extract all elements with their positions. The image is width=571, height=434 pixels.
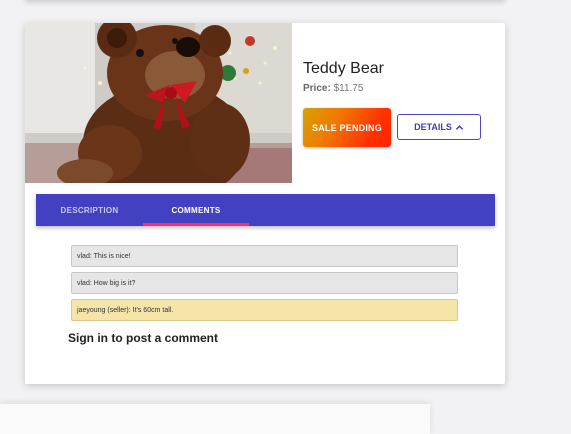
price-value: $11.75 (333, 83, 364, 94)
product-image (25, 23, 292, 183)
sale-pending-button[interactable]: SALE PENDING (303, 108, 391, 147)
details-button[interactable]: DETAILS (397, 114, 481, 140)
comments-list: vlad: This is nice! vlad: How big is it?… (71, 245, 458, 326)
sale-pending-label: SALE PENDING (312, 122, 382, 133)
details-label: DETAILS (414, 122, 452, 132)
comment-item: vlad: How big is it? (71, 272, 458, 294)
seller-comment-item: jaeyoung (seller): It's 60cm tall. (71, 299, 458, 321)
active-tab-indicator (143, 223, 249, 226)
product-title: Teddy Bear (303, 60, 384, 77)
tab-comments[interactable]: COMMENTS (143, 194, 249, 226)
chevron-up-icon (456, 124, 463, 130)
product-price: Price: $11.75 (303, 83, 363, 94)
product-tabs: DESCRIPTION COMMENTS (36, 194, 495, 226)
price-label: Price: (303, 83, 331, 94)
signin-prompt-link[interactable]: Sign in to post a comment (68, 331, 218, 345)
next-product-card (0, 404, 430, 434)
teddy-bear-photo (25, 23, 292, 183)
comment-item: vlad: This is nice! (71, 245, 458, 267)
tab-description[interactable]: DESCRIPTION (36, 194, 143, 226)
product-card: Teddy Bear Price: $11.75 SALE PENDING DE… (25, 23, 505, 384)
